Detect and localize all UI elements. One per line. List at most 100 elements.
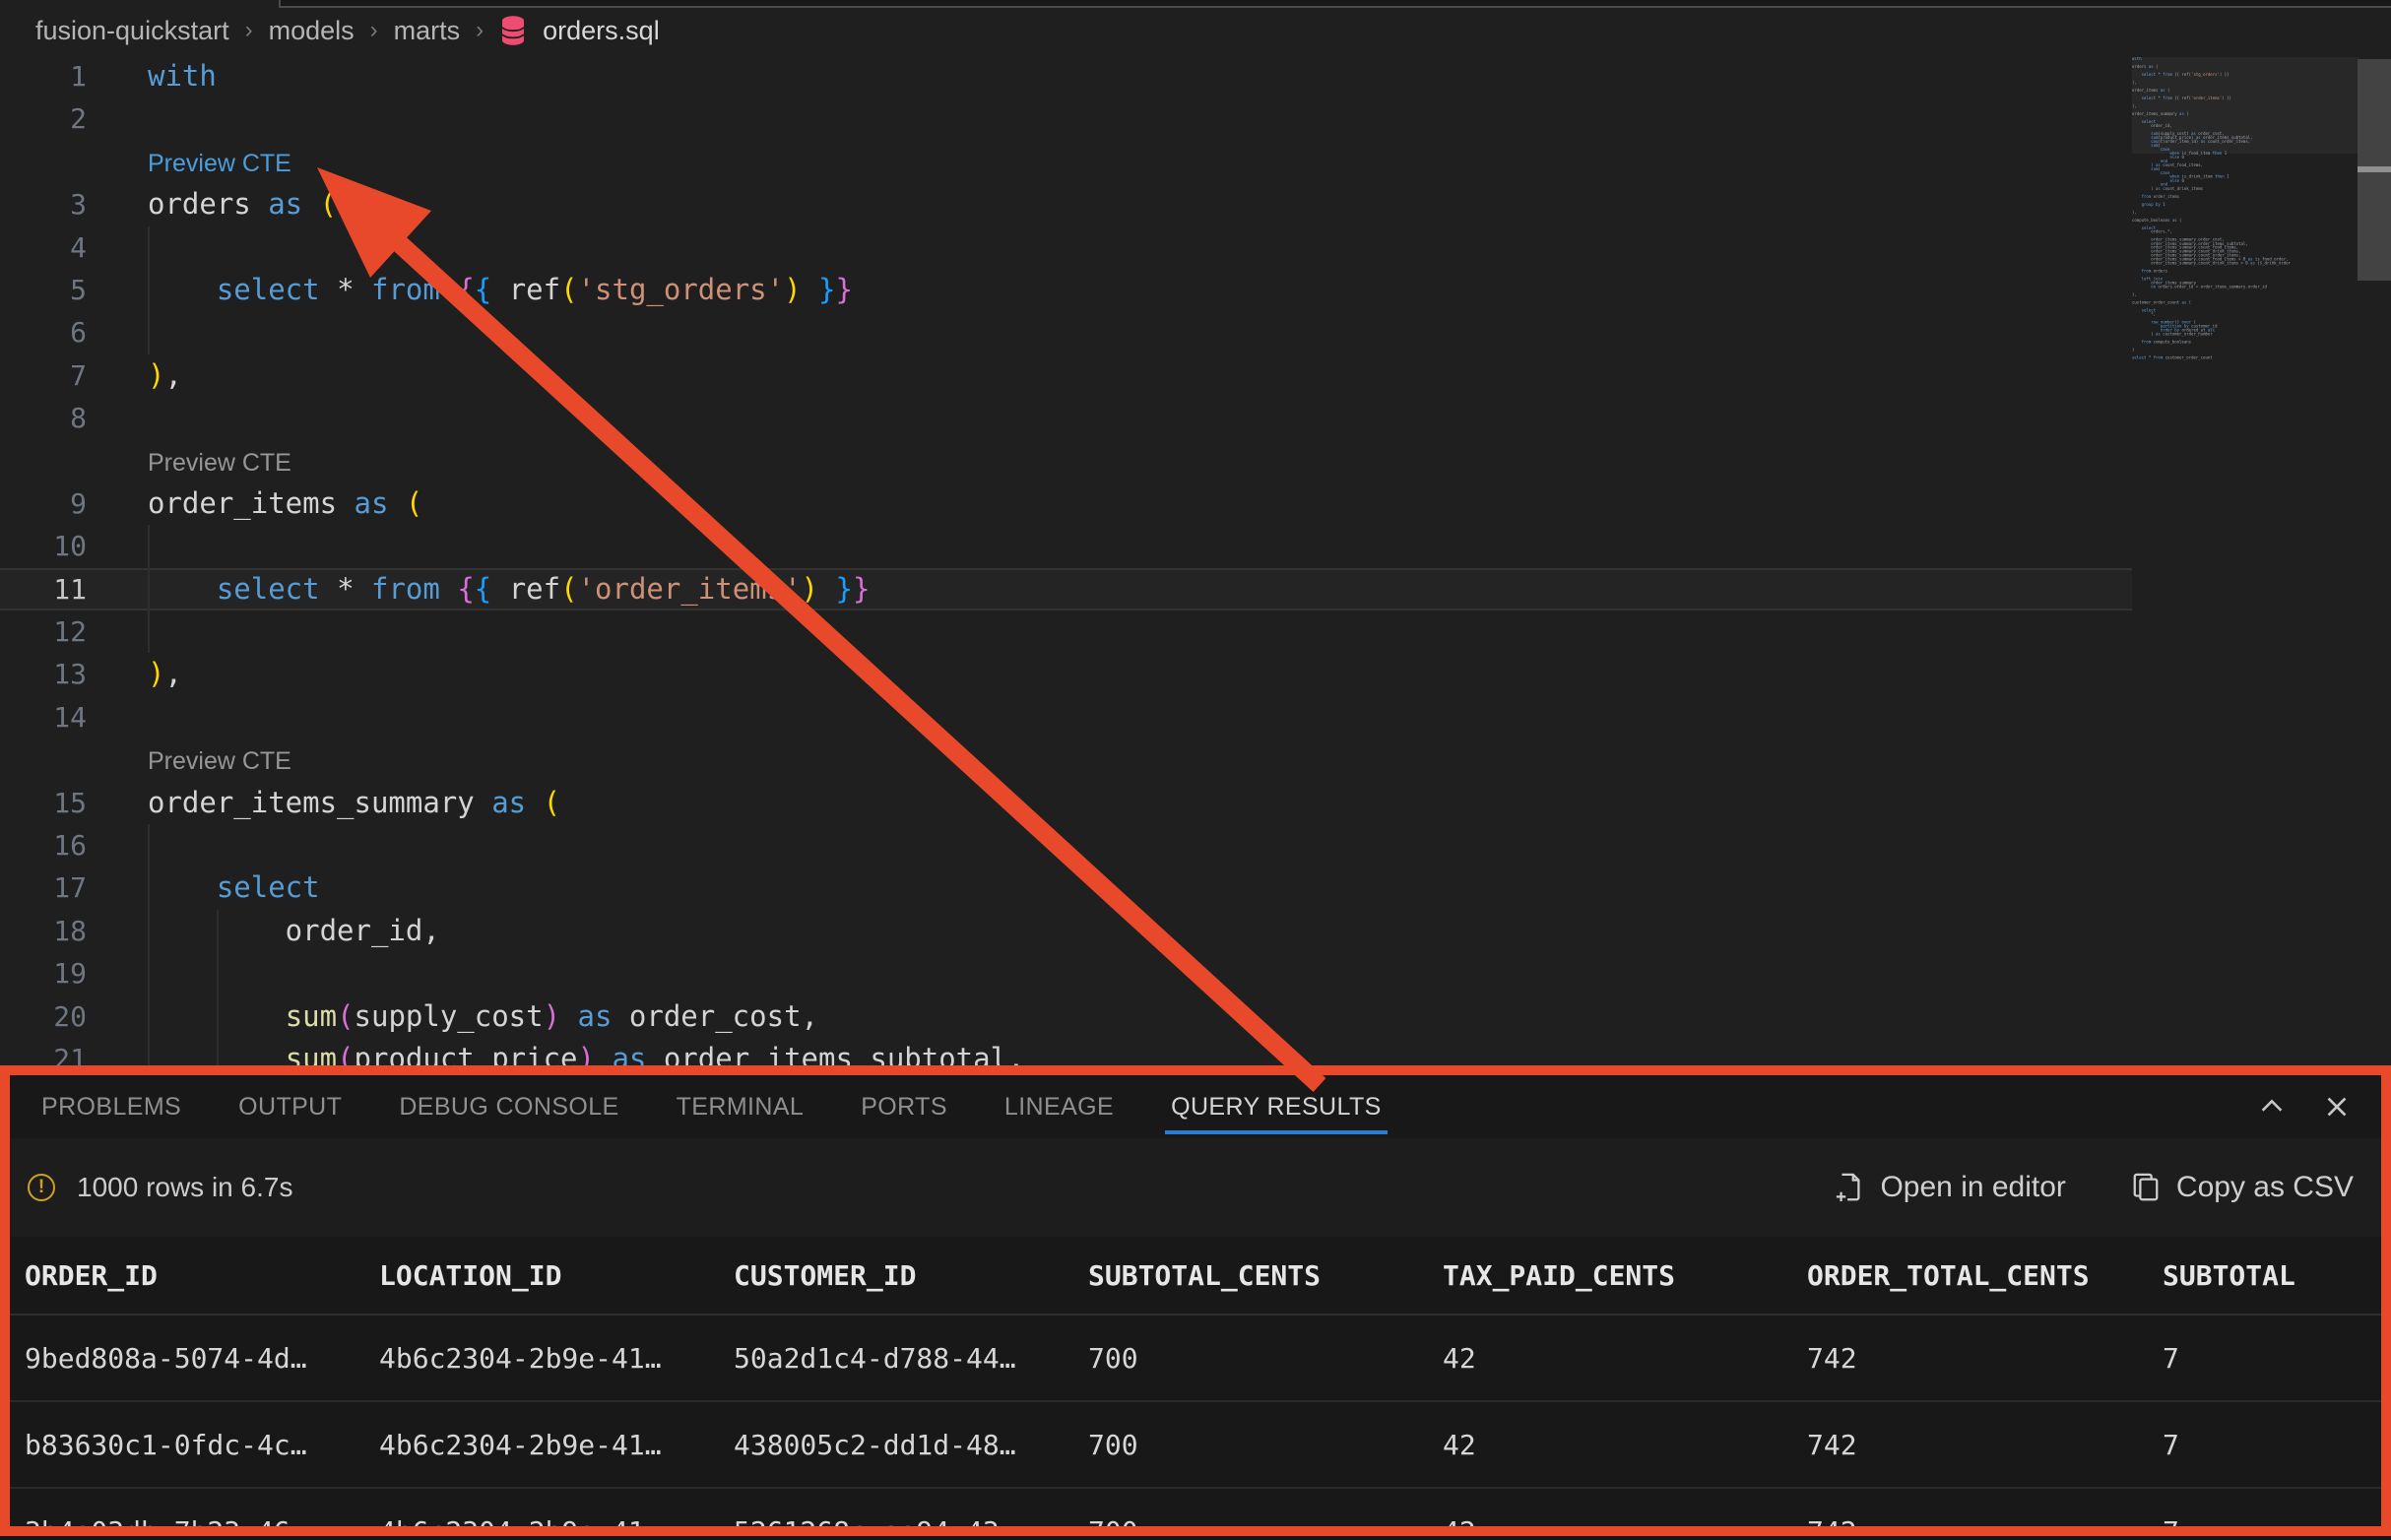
- maximize-panel-icon[interactable]: [2257, 1092, 2287, 1122]
- line-number[interactable]: 8: [0, 397, 87, 439]
- codelens-line: Preview CTE: [0, 738, 2132, 781]
- codelens-line: Preview CTE: [0, 141, 2132, 183]
- line-number[interactable]: 14: [0, 696, 87, 738]
- indent-guide: [148, 226, 150, 269]
- column-header-location_id: LOCATION_ID: [379, 1259, 734, 1292]
- table-cell: 742: [1807, 1429, 2163, 1461]
- code-line[interactable]: 3orders as (: [0, 183, 2132, 225]
- code-line[interactable]: 18 order_id,: [0, 910, 2132, 952]
- line-number[interactable]: 18: [0, 910, 87, 952]
- breadcrumb-item-models[interactable]: models: [269, 16, 355, 46]
- line-number[interactable]: 4: [0, 226, 87, 269]
- table-row[interactable]: b83630c1-0fdc-4c…4b6c2304-2b9e-41…438005…: [10, 1402, 2381, 1489]
- table-row[interactable]: 9bed808a-5074-4d…4b6c2304-2b9e-41…50a2d1…: [10, 1315, 2381, 1402]
- table-cell: b83630c1-0fdc-4c…: [25, 1429, 379, 1461]
- line-number[interactable]: 2: [0, 97, 87, 140]
- indent-guide: [148, 568, 150, 610]
- table-row[interactable]: 3b4a03db-7b23-46…4b6c2304-2b9e-41…526126…: [10, 1489, 2381, 1536]
- code-line[interactable]: 1with: [0, 55, 2132, 97]
- preview-cte-link[interactable]: Preview CTE: [148, 449, 291, 477]
- preview-cte-link[interactable]: Preview CTE: [148, 747, 291, 775]
- column-header-order_id: ORDER_ID: [25, 1259, 379, 1292]
- code-line[interactable]: 8: [0, 397, 2132, 439]
- database-icon: [499, 15, 527, 46]
- row-count-status: 1000 rows in 6.7s: [77, 1172, 292, 1203]
- line-number[interactable]: 13: [0, 653, 87, 695]
- table-cell: 7: [2163, 1515, 2381, 1537]
- indent-guide: [217, 910, 219, 952]
- copy-as-csv-label: Copy as CSV: [2176, 1171, 2354, 1204]
- breadcrumb-item-project[interactable]: fusion-quickstart: [35, 16, 229, 46]
- breadcrumb-separator: ›: [476, 17, 484, 44]
- code-line[interactable]: 12: [0, 610, 2132, 653]
- indent-guide: [148, 311, 150, 353]
- table-cell: 42: [1443, 1429, 1807, 1461]
- code-line[interactable]: 13),: [0, 653, 2132, 695]
- line-number[interactable]: 10: [0, 525, 87, 567]
- code-line[interactable]: 14: [0, 696, 2132, 738]
- line-number[interactable]: 17: [0, 866, 87, 909]
- code-line[interactable]: 16: [0, 824, 2132, 866]
- table-cell: 700: [1088, 1342, 1443, 1375]
- breadcrumb: fusion-quickstart › models › marts › ord…: [35, 9, 660, 52]
- breadcrumb-item-file[interactable]: orders.sql: [543, 16, 660, 46]
- code-line[interactable]: 4: [0, 226, 2132, 269]
- code-line[interactable]: 19: [0, 952, 2132, 995]
- line-number[interactable]: 16: [0, 824, 87, 866]
- line-number[interactable]: 5: [0, 269, 87, 311]
- results-info-row: ! 1000 rows in 6.7s Open in editor Copy …: [10, 1138, 2381, 1237]
- line-number[interactable]: 19: [0, 952, 87, 995]
- table-cell: 7: [2163, 1342, 2381, 1375]
- preview-cte-link[interactable]: Preview CTE: [148, 150, 291, 177]
- line-number[interactable]: 3: [0, 183, 87, 225]
- indent-guide: [148, 910, 150, 952]
- code-line[interactable]: 9order_items as (: [0, 482, 2132, 525]
- line-number[interactable]: 6: [0, 311, 87, 353]
- line-number[interactable]: 9: [0, 482, 87, 525]
- indent-guide: [148, 995, 150, 1038]
- tab-debug-console[interactable]: DEBUG CONSOLE: [399, 1075, 618, 1138]
- table-cell: 9bed808a-5074-4d…: [25, 1342, 379, 1375]
- panel-bottom-strip: [0, 1536, 2391, 1540]
- code-line[interactable]: 20 sum(supply_cost) as order_cost,: [0, 995, 2132, 1038]
- code-line[interactable]: 6: [0, 311, 2132, 353]
- results-table-header: ORDER_IDLOCATION_IDCUSTOMER_IDSUBTOTAL_C…: [10, 1237, 2381, 1315]
- breadcrumb-item-marts[interactable]: marts: [394, 16, 461, 46]
- close-panel-icon[interactable]: [2322, 1092, 2352, 1122]
- code-line[interactable]: 7),: [0, 354, 2132, 397]
- line-number[interactable]: 12: [0, 610, 87, 653]
- line-number[interactable]: 15: [0, 782, 87, 824]
- table-cell: 700: [1088, 1515, 1443, 1537]
- bottom-panel: PROBLEMS OUTPUT DEBUG CONSOLE TERMINAL PORTS…: [0, 1065, 2391, 1536]
- column-header-order_total_cents: ORDER_TOTAL_CENTS: [1807, 1259, 2163, 1292]
- open-in-editor-button[interactable]: Open in editor: [1835, 1171, 2065, 1204]
- column-header-tax_paid_cents: TAX_PAID_CENTS: [1443, 1259, 1807, 1292]
- table-cell: 5261268c-aa94-43…: [734, 1515, 1088, 1537]
- code-line[interactable]: 11 select * from {{ ref('order_items') }…: [0, 568, 2132, 610]
- code-line[interactable]: 5 select * from {{ ref('stg_orders') }}: [0, 269, 2132, 311]
- tab-ports[interactable]: PORTS: [861, 1075, 947, 1138]
- table-cell: 4b6c2304-2b9e-41…: [379, 1515, 734, 1537]
- code-editor[interactable]: 1with2 Preview CTE 3orders as (45 select *…: [0, 55, 2132, 1080]
- code-line[interactable]: 2: [0, 97, 2132, 140]
- line-number[interactable]: 11: [0, 568, 87, 610]
- indent-guide: [148, 269, 150, 311]
- line-number[interactable]: 7: [0, 354, 87, 397]
- line-number[interactable]: 20: [0, 995, 87, 1038]
- tab-output[interactable]: OUTPUT: [238, 1075, 342, 1138]
- copy-as-csv-button[interactable]: Copy as CSV: [2131, 1171, 2354, 1204]
- table-cell: 7: [2163, 1429, 2381, 1461]
- tab-lineage[interactable]: LINEAGE: [1004, 1075, 1114, 1138]
- indent-guide: [148, 866, 150, 909]
- tab-problems[interactable]: PROBLEMS: [41, 1075, 181, 1138]
- table-cell: 4b6c2304-2b9e-41…: [379, 1429, 734, 1461]
- tab-terminal[interactable]: TERMINAL: [677, 1075, 805, 1138]
- indent-guide: [148, 824, 150, 866]
- code-line[interactable]: 17 select: [0, 866, 2132, 909]
- tab-query-results[interactable]: QUERY RESULTS: [1171, 1075, 1382, 1138]
- code-line[interactable]: 15order_items_summary as (: [0, 782, 2132, 824]
- code-line[interactable]: 10: [0, 525, 2132, 567]
- line-number[interactable]: 1: [0, 55, 87, 97]
- table-cell: 3b4a03db-7b23-46…: [25, 1515, 379, 1537]
- table-cell: 42: [1443, 1515, 1807, 1537]
